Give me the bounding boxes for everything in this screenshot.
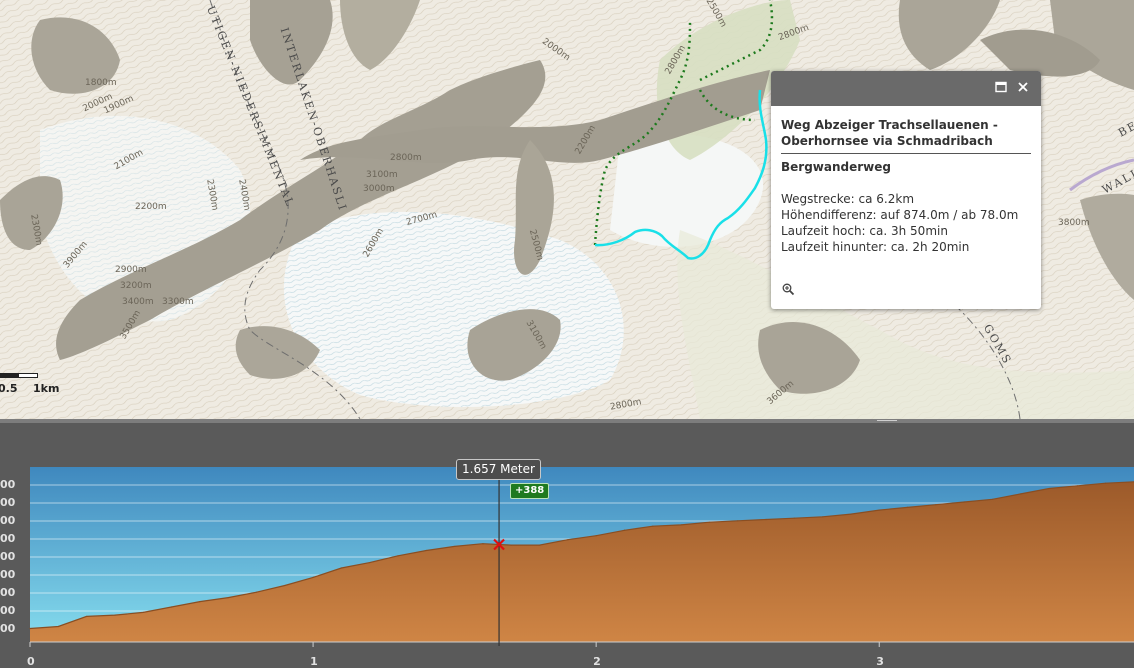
elevation-point [906,506,909,508]
route-info-popup: Weg Abzeiger Trachsellauenen - Oberhorns… [771,71,1041,309]
elevation-point [1048,487,1050,490]
y-tick-label: 00 [0,550,16,563]
elevation-point [170,606,173,608]
elevation-point [510,544,512,546]
elevation-label: 3800m [1058,218,1090,228]
elevation-point [822,516,824,518]
elevation-point [369,561,371,564]
elevation-label: 3000m [363,184,395,194]
elevation-label: 3300m [162,297,194,307]
splitter-grip[interactable] [877,420,897,421]
elevation-point [397,555,399,557]
elevation-point [454,545,456,548]
x-axis-ticks [29,642,880,647]
x-tick-label: 2 [593,655,601,668]
elevation-label: 2200m [135,202,167,212]
trail-type: Bergwanderweg [781,160,891,174]
elevation-point [1076,485,1078,487]
time-down: Laufzeit hinunter: ca. 2h 20min [781,240,970,254]
x-tick-label: 0 [27,655,35,668]
y-tick-label: 00 [0,568,16,581]
elevation-point [935,504,937,506]
elevation-point [312,576,314,578]
elevation-point [567,539,569,541]
elevation-label: 3200m [120,281,152,291]
elevation-point [114,614,116,616]
elevation-label: 1800m [85,78,117,88]
elevation-point [199,601,201,603]
elevation-point [708,521,710,523]
x-tick-label: 3 [876,655,884,668]
elevation-point [1020,493,1022,495]
elevation-point [652,525,654,527]
route-length: Wegstrecke: ca 6.2km [781,192,915,206]
y-tick-label: 00 [0,622,16,635]
elevation-point [793,517,795,519]
scale-label-half: 0.5 [0,382,18,395]
y-tick-label: 00 [0,586,16,599]
elevation-point [623,529,626,531]
elevation-label: 3400m [122,297,154,307]
elevation-point [57,625,59,628]
elevation-point [538,544,541,546]
map-view[interactable]: 1800m 1900m 2000m 2100m 2200m 2300m 2400… [0,0,1134,419]
distance-tooltip: 1.657 Meter [456,459,541,480]
popup-header [771,71,1041,106]
elevation-point [737,520,739,522]
elevation-point [595,535,597,537]
elevation-point [963,501,965,503]
elevation-point [29,627,31,630]
elevation-point [765,518,767,521]
elevation-gain-badge: +388 [510,483,550,499]
elevation-point [227,596,229,599]
elevation-point [878,509,880,511]
elevation-point [991,498,994,500]
elevation-label: 2900m [115,265,147,275]
y-tick-label: 00 [0,604,16,617]
x-tick-label: 1 [310,655,318,668]
elevation-label: 2800m [390,153,422,163]
y-tick-label: 00 [0,532,16,545]
elevation-point [86,615,88,618]
elevation-point [850,513,852,515]
scale-bar-graphic [0,373,38,378]
y-tick-label: 00 [0,514,16,527]
elevation-difference: Höhendifferenz: auf 874.0m / ab 78.0m [781,208,1019,222]
y-tick-label: 00 [0,496,16,509]
elevation-point [284,584,286,587]
elevation-point [425,549,427,552]
scale-label-km: 1km [33,382,60,395]
popup-title: Weg Abzeiger Trachsellauenen - Oberhorns… [781,117,1031,154]
elevation-point [482,543,484,545]
elevation-point [340,567,342,569]
elevation-point [680,524,682,526]
elevation-point [255,591,258,593]
elevation-label: 3100m [366,170,398,180]
y-tick-label: 00 [0,478,16,491]
elevation-profile-panel: 00 00 00 00 00 00 00 00 00 0 1 2 3 1.657 Meter +388 [0,423,1134,668]
elevation-point [142,611,144,613]
elevation-point [1105,482,1107,484]
elevation-profile-chart[interactable] [0,423,1134,666]
time-up: Laufzeit hoch: ca. 3h 50min [781,224,948,238]
